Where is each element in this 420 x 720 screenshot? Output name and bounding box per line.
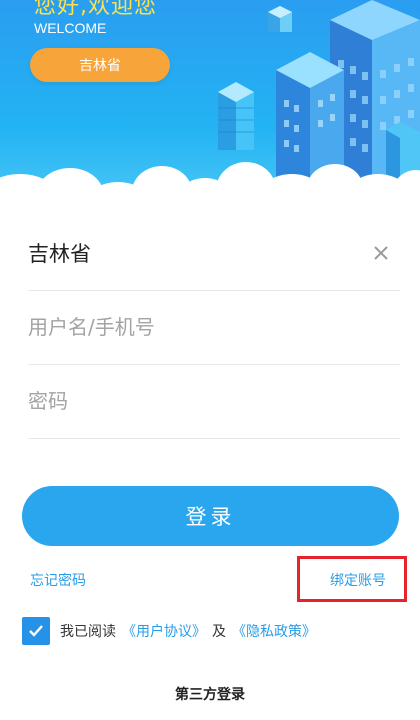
checkmark-icon	[29, 625, 43, 637]
province-value: 吉林省	[28, 242, 91, 266]
welcome-title-cn: 您好,欢迎您	[34, 0, 157, 19]
login-button[interactable]: 登录	[22, 486, 399, 546]
user-agreement-link[interactable]: 《用户协议》	[122, 621, 206, 641]
username-input[interactable]	[28, 315, 400, 339]
forgot-password-link[interactable]: 忘记密码	[30, 570, 86, 590]
agreement-row: 我已阅读 《用户协议》 及 《隐私政策》	[22, 616, 316, 646]
username-field-row	[28, 290, 400, 365]
province-field[interactable]: 吉林省	[28, 216, 400, 291]
header-banner: 您好,欢迎您 WELCOME 吉林省	[0, 0, 420, 230]
bind-account-link[interactable]: 绑定账号	[330, 570, 386, 590]
welcome-title-en: WELCOME	[34, 20, 107, 36]
privacy-policy-link[interactable]: 《隐私政策》	[232, 621, 316, 641]
agree-checkbox[interactable]	[22, 617, 50, 645]
province-select-button[interactable]: 吉林省	[30, 48, 170, 82]
agree-and: 及	[212, 624, 226, 640]
close-icon[interactable]	[368, 240, 394, 266]
third-party-login-title: 第三方登录	[175, 687, 245, 703]
password-field-row	[28, 364, 400, 439]
agree-prefix: 我已阅读	[60, 624, 116, 640]
password-input[interactable]	[28, 389, 400, 413]
